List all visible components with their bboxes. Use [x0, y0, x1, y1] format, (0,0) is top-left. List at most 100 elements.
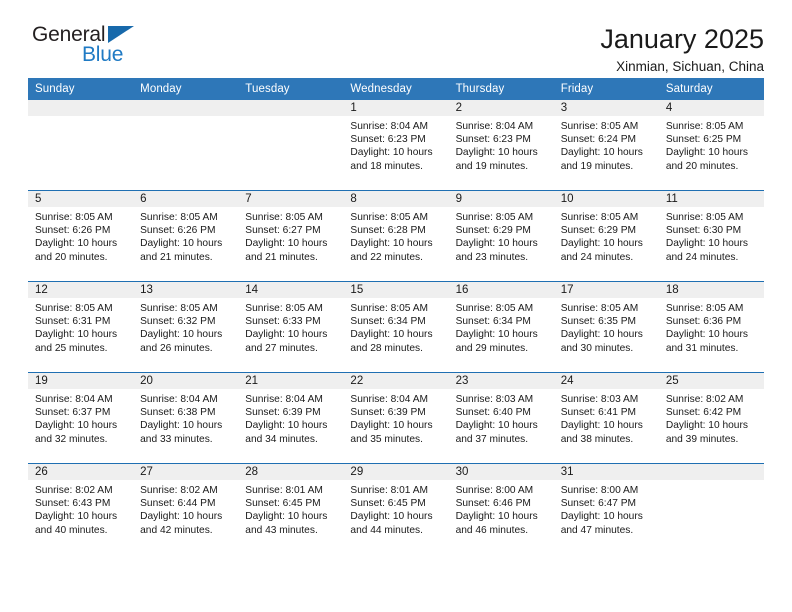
- day-detail-sunset: Sunset: 6:41 PM: [560, 407, 637, 419]
- day-number: 7: [238, 191, 344, 207]
- day-detail-daylight2: and 27 minutes.: [245, 342, 318, 354]
- day-detail-daylight2: and 34 minutes.: [245, 433, 318, 445]
- calendar-day-cell[interactable]: 2 Sunrise: 8:04 AM Sunset: 6:23 PM Daylight…: [448, 100, 554, 191]
- logo-text-blue: Blue: [82, 43, 124, 66]
- day-detail-daylight2: and 46 minutes.: [455, 524, 529, 536]
- weekday-header-friday: Friday: [553, 78, 659, 100]
- day-detail-sunrise: Sunrise: 8:03 AM: [560, 394, 639, 405]
- day-number: 2: [448, 100, 554, 116]
- day-detail-daylight1: Daylight: 10 hours: [560, 147, 643, 159]
- day-number: 17: [553, 282, 659, 298]
- day-detail-sunrise: Sunrise: 8:05 AM: [560, 212, 639, 223]
- day-detail-sunset: Sunset: 6:27 PM: [245, 225, 321, 237]
- calendar-day-cell[interactable]: 21 Sunrise: 8:04 AM Sunset: 6:39 PM Dayligh…: [238, 372, 344, 464]
- day-number: 14: [238, 282, 344, 298]
- calendar-day-cell[interactable]: 6 Sunrise: 8:05 AM Sunset: 6:26 PM Daylight…: [133, 190, 239, 282]
- calendar-day-cell[interactable]: 22 Sunrise: 8:04 AM Sunset: 6:39 PM Dayligh…: [343, 372, 449, 464]
- calendar-day-cell[interactable]: 8 Sunrise: 8:05 AM Sunset: 6:28 PM Daylight…: [343, 190, 449, 282]
- day-detail-daylight2: and 24 minutes.: [560, 251, 634, 263]
- calendar-day-cell[interactable]: 12 Sunrise: 8:05 AM Sunset: 6:31 PM Dayligh…: [28, 281, 134, 373]
- calendar-day-cell-empty: [133, 100, 239, 191]
- day-detail-daylight2: and 20 minutes.: [35, 251, 108, 263]
- calendar-day-cell[interactable]: 17 Sunrise: 8:05 AM Sunset: 6:35 PM Dayligh…: [553, 281, 659, 373]
- day-detail-sunrise: Sunrise: 8:00 AM: [560, 485, 639, 496]
- calendar-day-cell[interactable]: 7 Sunrise: 8:05 AM Sunset: 6:27 PM Daylight…: [238, 190, 344, 282]
- day-number: 8: [343, 191, 449, 207]
- calendar-table: Sunday Monday Tuesday Wednesday Thursday Frid…: [28, 78, 764, 554]
- day-detail-sunrise: Sunrise: 8:05 AM: [140, 212, 218, 223]
- day-detail-sunrise: Sunrise: 8:04 AM: [350, 394, 429, 405]
- day-detail-daylight1: Daylight: 10 hours: [140, 329, 223, 341]
- day-number: 20: [133, 373, 239, 389]
- day-detail-sunset: Sunset: 6:45 PM: [350, 498, 426, 510]
- day-number: 29: [343, 464, 449, 480]
- calendar-day-cell[interactable]: 24 Sunrise: 8:03 AM Sunset: 6:41 PM Dayligh…: [553, 372, 659, 464]
- calendar-day-cell-empty: [238, 100, 344, 191]
- day-detail-daylight1: Daylight: 10 hours: [245, 329, 328, 341]
- day-detail-sunset: Sunset: 6:31 PM: [35, 316, 111, 328]
- day-detail-daylight2: and 47 minutes.: [560, 524, 634, 536]
- day-number: 3: [553, 100, 659, 116]
- day-details: Sunrise: 8:02 AM Sunset: 6:44 PM Daylight:…: [133, 480, 238, 537]
- calendar-day-cell[interactable]: 23 Sunrise: 8:03 AM Sunset: 6:40 PM Dayligh…: [448, 372, 554, 464]
- day-number: 26: [28, 464, 134, 480]
- day-details: Sunrise: 8:05 AM Sunset: 6:32 PM Daylight:…: [133, 298, 238, 355]
- day-detail-daylight1: Daylight: 10 hours: [455, 238, 538, 250]
- calendar-day-cell[interactable]: 11 Sunrise: 8:05 AM Sunset: 6:30 PM Dayligh…: [658, 190, 764, 282]
- day-details: Sunrise: 8:05 AM Sunset: 6:33 PM Daylight:…: [238, 298, 343, 355]
- day-details: Sunrise: 8:05 AM Sunset: 6:35 PM Daylight:…: [554, 298, 659, 355]
- day-detail-sunset: Sunset: 6:30 PM: [665, 225, 742, 237]
- calendar-day-cell[interactable]: 16 Sunrise: 8:05 AM Sunset: 6:34 PM Dayligh…: [448, 281, 554, 373]
- day-detail-daylight1: Daylight: 10 hours: [455, 511, 538, 523]
- day-detail-daylight1: Daylight: 10 hours: [350, 238, 433, 250]
- calendar-day-cell[interactable]: 9 Sunrise: 8:05 AM Sunset: 6:29 PM Daylight…: [448, 190, 554, 282]
- day-details: Sunrise: 8:05 AM Sunset: 6:25 PM Daylight:…: [659, 116, 764, 173]
- day-details: Sunrise: 8:05 AM Sunset: 6:29 PM Daylight:…: [554, 207, 659, 264]
- day-number: 27: [133, 464, 239, 480]
- calendar-day-cell[interactable]: 18 Sunrise: 8:05 AM Sunset: 6:36 PM Dayligh…: [658, 281, 764, 373]
- calendar-day-cell[interactable]: 5 Sunrise: 8:05 AM Sunset: 6:26 PM Daylight…: [28, 190, 134, 282]
- calendar-day-cell[interactable]: 15 Sunrise: 8:05 AM Sunset: 6:34 PM Dayligh…: [343, 281, 449, 373]
- calendar-day-cell[interactable]: 27 Sunrise: 8:02 AM Sunset: 6:44 PM Dayligh…: [133, 463, 239, 554]
- day-number: 19: [28, 373, 134, 389]
- day-number: [658, 464, 764, 480]
- calendar-day-cell[interactable]: 4 Sunrise: 8:05 AM Sunset: 6:25 PM Daylight…: [658, 100, 764, 191]
- calendar-day-cell-empty: [658, 463, 764, 554]
- calendar-day-cell[interactable]: 26 Sunrise: 8:02 AM Sunset: 6:43 PM Dayligh…: [28, 463, 134, 554]
- calendar-day-cell[interactable]: 13 Sunrise: 8:05 AM Sunset: 6:32 PM Dayligh…: [133, 281, 239, 373]
- calendar-day-cell[interactable]: 31 Sunrise: 8:00 AM Sunset: 6:47 PM Dayligh…: [553, 463, 659, 554]
- day-detail-sunrise: Sunrise: 8:05 AM: [140, 303, 218, 314]
- calendar-day-cell[interactable]: 1 Sunrise: 8:04 AM Sunset: 6:23 PM Daylight…: [343, 100, 449, 191]
- day-detail-daylight2: and 32 minutes.: [35, 433, 108, 445]
- day-details: Sunrise: 8:04 AM Sunset: 6:39 PM Daylight:…: [343, 389, 448, 446]
- day-number: 10: [553, 191, 659, 207]
- day-detail-daylight1: Daylight: 10 hours: [35, 420, 118, 432]
- day-detail-daylight1: Daylight: 10 hours: [245, 420, 328, 432]
- calendar-day-cell[interactable]: 10 Sunrise: 8:05 AM Sunset: 6:29 PM Dayligh…: [553, 190, 659, 282]
- day-detail-sunrise: Sunrise: 8:05 AM: [455, 303, 534, 314]
- calendar-day-cell[interactable]: 25 Sunrise: 8:02 AM Sunset: 6:42 PM Dayligh…: [658, 372, 764, 464]
- day-detail-sunset: Sunset: 6:34 PM: [455, 316, 531, 328]
- calendar-day-cell[interactable]: 19 Sunrise: 8:04 AM Sunset: 6:37 PM Dayligh…: [28, 372, 134, 464]
- calendar-day-cell[interactable]: 14 Sunrise: 8:05 AM Sunset: 6:33 PM Dayligh…: [238, 281, 344, 373]
- day-detail-daylight2: and 22 minutes.: [350, 251, 423, 263]
- day-detail-sunset: Sunset: 6:25 PM: [665, 134, 742, 146]
- day-number: 1: [343, 100, 449, 116]
- day-detail-sunset: Sunset: 6:24 PM: [560, 134, 637, 146]
- day-number: 4: [658, 100, 764, 116]
- day-detail-sunset: Sunset: 6:32 PM: [140, 316, 216, 328]
- calendar-day-cell[interactable]: 3 Sunrise: 8:05 AM Sunset: 6:24 PM Daylight…: [553, 100, 659, 191]
- day-number: 16: [448, 282, 554, 298]
- day-number: 23: [448, 373, 554, 389]
- calendar-day-cell[interactable]: 20 Sunrise: 8:04 AM Sunset: 6:38 PM Dayligh…: [133, 372, 239, 464]
- calendar-day-cell[interactable]: 29 Sunrise: 8:01 AM Sunset: 6:45 PM Dayligh…: [343, 463, 449, 554]
- day-number: 6: [133, 191, 239, 207]
- calendar-day-cell[interactable]: 30 Sunrise: 8:00 AM Sunset: 6:46 PM Dayligh…: [448, 463, 554, 554]
- day-detail-sunset: Sunset: 6:34 PM: [350, 316, 426, 328]
- day-detail-sunrise: Sunrise: 8:05 AM: [35, 212, 113, 223]
- day-detail-sunset: Sunset: 6:40 PM: [455, 407, 531, 419]
- weekday-header: Sunday Monday Tuesday Wednesday Thursday Frid…: [28, 78, 764, 100]
- general-blue-logo[interactable]: General Blue: [28, 24, 158, 70]
- calendar-day-cell[interactable]: 28 Sunrise: 8:01 AM Sunset: 6:45 PM Dayligh…: [238, 463, 344, 554]
- day-detail-daylight1: Daylight: 10 hours: [350, 511, 433, 523]
